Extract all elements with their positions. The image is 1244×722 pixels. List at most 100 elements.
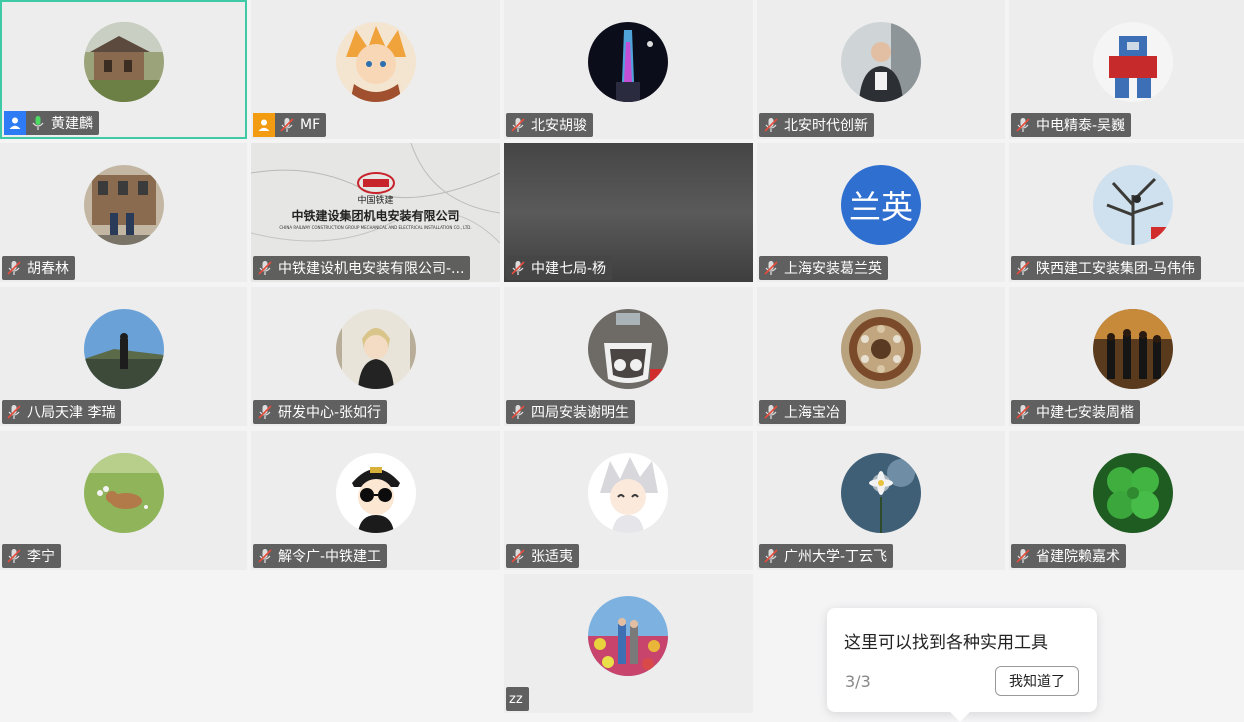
avatar: 兰英 <box>841 165 921 245</box>
participant-name-tag: 中建七安装周楷 <box>1011 400 1140 424</box>
participant-name-tag: 北安时代创新 <box>759 113 874 137</box>
mic-muted-icon <box>278 116 296 134</box>
mic-muted-icon <box>5 403 23 421</box>
mic-muted-icon <box>509 547 527 565</box>
participant-tile[interactable]: 中建七安装周楷 <box>1009 287 1244 426</box>
avatar <box>588 596 668 676</box>
mic-muted-icon <box>509 403 527 421</box>
mic-muted-icon <box>256 403 274 421</box>
participant-name: 中建七安装周楷 <box>1036 405 1134 421</box>
participant-name-tag: zz <box>506 687 529 711</box>
participant-name-tag: 省建院赖嘉术 <box>1011 544 1126 568</box>
avatar <box>84 22 164 102</box>
participant-name: MF <box>300 117 321 133</box>
participant-name-tag: 陕西建工安装集团-马伟伟 <box>1011 256 1202 280</box>
video-text-line2: 中铁建设集团机电安装有限公司 <box>291 209 460 223</box>
host-icon <box>4 111 26 135</box>
participant-tile[interactable]: 中建七局-杨 <box>504 143 753 282</box>
participant-tile[interactable]: 黄建麟 <box>0 0 247 139</box>
mic-muted-icon <box>509 116 527 134</box>
participant-name-tag: 四局安装谢明生 <box>506 400 635 424</box>
participant-tile[interactable]: 广州大学-丁云飞 <box>757 431 1005 570</box>
participant-tile[interactable]: 上海宝冶 <box>757 287 1005 426</box>
participant-name: 解令广-中铁建工 <box>278 549 382 565</box>
participant-name: zz <box>509 691 523 707</box>
mic-muted-icon <box>509 259 527 277</box>
participant-name: 中铁建设机电安装有限公司-... <box>278 261 465 277</box>
participant-name-tag: 中电精泰-吴巍 <box>1011 113 1132 137</box>
tutorial-tooltip: 这里可以找到各种实用工具 3/3 我知道了 <box>827 608 1097 722</box>
avatar <box>841 453 921 533</box>
participant-tile[interactable]: 兰英 上海安装葛兰英 <box>757 143 1005 282</box>
mic-muted-icon <box>256 259 274 277</box>
participant-name: 中电精泰-吴巍 <box>1036 118 1126 134</box>
tooltip-text: 这里可以找到各种实用工具 <box>844 633 1048 653</box>
avatar <box>84 453 164 533</box>
participant-name-tag: 张适夷 <box>506 544 579 568</box>
avatar <box>1093 453 1173 533</box>
participant-name: 李宁 <box>27 549 55 565</box>
participant-tile[interactable]: 省建院赖嘉术 <box>1009 431 1244 570</box>
participant-tile[interactable]: MF <box>251 0 500 139</box>
avatar <box>336 309 416 389</box>
participant-name-tag: MF <box>253 113 327 137</box>
participant-name: 陕西建工安装集团-马伟伟 <box>1036 261 1196 277</box>
mic-on-icon <box>29 114 47 132</box>
participant-name-tag: 黄建麟 <box>4 111 99 135</box>
video-text-line1: 中国铁建 <box>357 196 394 206</box>
avatar <box>1093 165 1173 245</box>
participant-tile[interactable]: 李宁 <box>0 431 247 570</box>
participant-tile[interactable]: 陕西建工安装集团-马伟伟 <box>1009 143 1244 282</box>
mic-muted-icon <box>5 547 23 565</box>
participant-tile[interactable]: 研发中心-张如行 <box>251 287 500 426</box>
participant-name-tag: 上海宝冶 <box>759 400 846 424</box>
avatar <box>841 22 921 102</box>
participant-name-tag: 中铁建设机电安装有限公司-... <box>253 256 471 280</box>
participant-name-tag: 中建七局-杨 <box>506 256 613 280</box>
participant-tile[interactable]: 中国铁建 中铁建设集团机电安装有限公司 CHINA RAILWAY CONSTR… <box>251 143 500 282</box>
avatar <box>588 453 668 533</box>
participant-name: 张适夷 <box>531 549 573 565</box>
mic-muted-icon <box>1014 547 1032 565</box>
participant-name: 广州大学-丁云飞 <box>784 549 888 565</box>
mic-muted-icon <box>762 259 780 277</box>
mic-muted-icon <box>762 403 780 421</box>
participant-name: 上海宝冶 <box>784 405 840 421</box>
participant-name: 黄建麟 <box>51 116 93 132</box>
avatar <box>841 309 921 389</box>
avatar <box>336 453 416 533</box>
participant-tile[interactable]: 四局安装谢明生 <box>504 287 753 426</box>
participant-name-tag: 广州大学-丁云飞 <box>759 544 894 568</box>
mic-muted-icon <box>1014 259 1032 277</box>
participant-tile[interactable]: 胡春林 <box>0 143 247 282</box>
participant-name: 北安时代创新 <box>784 118 868 134</box>
mic-muted-icon <box>762 547 780 565</box>
got-it-button[interactable]: 我知道了 <box>995 666 1079 696</box>
participant-name: 中建七局-杨 <box>531 261 607 277</box>
participant-name: 胡春林 <box>27 261 69 277</box>
video-text-line3: CHINA RAILWAY CONSTRUCTION GROUP MECHANI… <box>279 225 472 230</box>
participant-name: 四局安装谢明生 <box>531 405 629 421</box>
participant-name-tag: 上海安装葛兰英 <box>759 256 888 280</box>
participant-tile[interactable]: zz <box>504 574 753 713</box>
tooltip-step-counter: 3/3 <box>845 672 871 691</box>
mic-muted-icon <box>1014 403 1032 421</box>
avatar <box>588 309 668 389</box>
cohost-icon <box>253 113 275 137</box>
participant-name-tag: 八局天津 李瑞 <box>2 400 122 424</box>
participant-tile[interactable]: 八局天津 李瑞 <box>0 287 247 426</box>
avatar <box>588 22 668 102</box>
participant-tile[interactable]: 张适夷 <box>504 431 753 570</box>
participant-name-tag: 北安胡骏 <box>506 113 593 137</box>
mic-muted-icon <box>1014 116 1032 134</box>
participant-tile[interactable]: 中电精泰-吴巍 <box>1009 0 1244 139</box>
participant-name-tag: 研发中心-张如行 <box>253 400 388 424</box>
participant-name: 北安胡骏 <box>531 118 587 134</box>
avatar <box>1093 309 1173 389</box>
avatar <box>84 309 164 389</box>
mic-muted-icon <box>256 547 274 565</box>
participant-tile[interactable]: 北安时代创新 <box>757 0 1005 139</box>
participant-tile[interactable]: 北安胡骏 <box>504 0 753 139</box>
avatar <box>1093 22 1173 102</box>
participant-tile[interactable]: 解令广-中铁建工 <box>251 431 500 570</box>
